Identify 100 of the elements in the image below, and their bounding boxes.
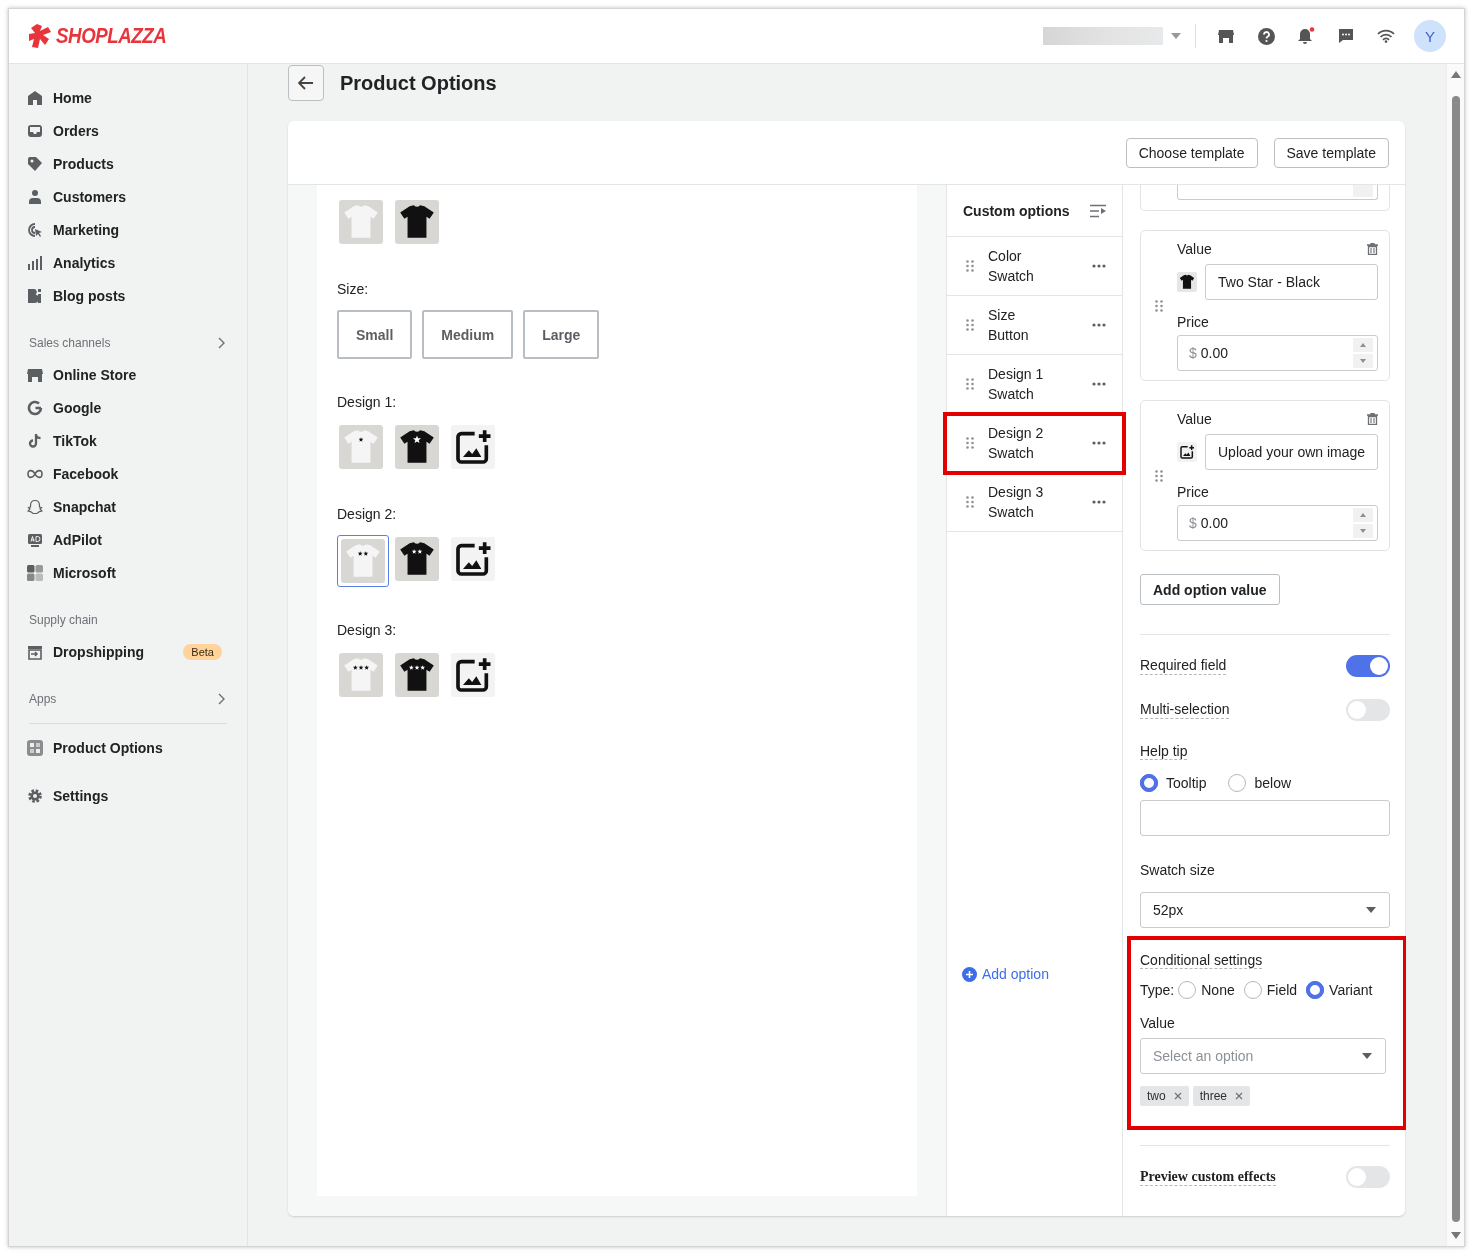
template-button[interactable]: Choose template bbox=[1125, 137, 1258, 168]
upload-image-swatch[interactable] bbox=[449, 423, 497, 471]
wifi-icon bbox=[1377, 29, 1395, 43]
setting-label: Multi-selection bbox=[1140, 701, 1230, 719]
caret-down-icon bbox=[1362, 1053, 1372, 1059]
radio-option[interactable]: below bbox=[1228, 774, 1292, 792]
field-label: Value bbox=[1177, 411, 1212, 427]
radio-option[interactable]: None bbox=[1178, 981, 1235, 999]
sidebar-item[interactable]: Snapchat bbox=[9, 498, 116, 515]
home-icon bbox=[27, 89, 43, 106]
size-option-button[interactable]: Medium bbox=[422, 310, 514, 359]
setting-label: Swatch size bbox=[1140, 861, 1216, 880]
tag-icon bbox=[27, 155, 43, 172]
tshirt-swatch[interactable] bbox=[337, 535, 389, 587]
sidebar-item[interactable]: Customers bbox=[9, 188, 127, 205]
setting-label: Conditional settings bbox=[1140, 952, 1263, 969]
tshirt-swatch[interactable] bbox=[337, 198, 385, 246]
trash-icon bbox=[1367, 243, 1378, 255]
help-icon bbox=[1257, 27, 1275, 45]
drag-handle-icon bbox=[966, 437, 974, 449]
upload-image-swatch[interactable] bbox=[449, 651, 497, 699]
option-label: Size: bbox=[337, 280, 370, 299]
google-icon bbox=[27, 399, 43, 416]
size-option-button[interactable]: Small bbox=[337, 310, 413, 359]
add-option-link[interactable]: Add option bbox=[962, 966, 1049, 982]
price-input[interactable] bbox=[1177, 185, 1378, 200]
size-option-button[interactable]: Large bbox=[523, 310, 600, 359]
tshirt-swatch[interactable] bbox=[337, 423, 385, 471]
bar-chart-icon bbox=[27, 254, 43, 271]
help-tip-input[interactable] bbox=[1140, 800, 1390, 836]
sidebar-item[interactable]: Marketing bbox=[9, 221, 120, 238]
option-list-item[interactable]: Design 2 Swatch bbox=[945, 414, 1124, 473]
inbox-icon bbox=[27, 122, 43, 139]
stepper-arrows-icon[interactable] bbox=[1353, 508, 1373, 538]
toggle-switch[interactable] bbox=[1346, 699, 1390, 721]
chat-icon bbox=[1338, 28, 1354, 44]
sidebar-item[interactable]: Online Store bbox=[9, 366, 137, 383]
ad-monitor-icon bbox=[27, 531, 43, 548]
section-title: Apps bbox=[29, 692, 57, 706]
upload-image-swatch[interactable] bbox=[449, 535, 497, 583]
ghost-icon bbox=[27, 498, 43, 515]
sidebar-item[interactable]: Facebook bbox=[9, 465, 119, 482]
section-title: Sales channels bbox=[29, 336, 111, 350]
scrollbar-thumb[interactable] bbox=[1451, 96, 1460, 1222]
scroll-up-arrow-icon bbox=[1450, 70, 1461, 78]
sidebar-item[interactable]: Home bbox=[9, 89, 92, 106]
app-grid-icon bbox=[27, 739, 43, 756]
sidebar-item[interactable]: Settings bbox=[9, 787, 109, 804]
sidebar-item[interactable]: Blog posts bbox=[9, 287, 126, 304]
drag-handle-icon bbox=[966, 378, 974, 390]
radio-option[interactable]: Variant bbox=[1306, 981, 1373, 999]
radio-option[interactable]: Field bbox=[1243, 981, 1298, 999]
storefront-icon bbox=[1218, 28, 1234, 44]
tshirt-swatch[interactable] bbox=[393, 423, 441, 471]
close-icon bbox=[1235, 1092, 1244, 1100]
storefront-icon bbox=[27, 366, 43, 383]
sidebar-item[interactable]: Orders bbox=[9, 122, 99, 139]
tshirt-swatch[interactable] bbox=[393, 651, 441, 699]
add-option-value-button[interactable]: Add option value bbox=[1140, 574, 1280, 605]
value-input[interactable]: Upload your own image bbox=[1205, 434, 1378, 470]
toggle-switch[interactable] bbox=[1346, 655, 1390, 677]
price-input[interactable]: $ 0.00 bbox=[1177, 505, 1378, 541]
sidebar-item[interactable]: TikTok bbox=[9, 432, 97, 449]
tag-chip[interactable]: two bbox=[1140, 1086, 1189, 1106]
trash-icon bbox=[1367, 413, 1378, 425]
price-input[interactable]: $ 0.00 bbox=[1177, 335, 1378, 371]
plus-circle-icon bbox=[962, 966, 977, 982]
sidebar-item[interactable]: Product Options bbox=[9, 739, 163, 756]
avatar[interactable]: Y bbox=[1414, 20, 1446, 52]
drag-handle-icon bbox=[1155, 469, 1163, 482]
tshirt-thumbnail[interactable] bbox=[1177, 272, 1197, 292]
sidebar-item[interactable]: Products bbox=[9, 155, 114, 172]
tshirt-swatch[interactable] bbox=[393, 535, 441, 583]
more-icon bbox=[1092, 441, 1106, 445]
sidebar-item[interactable]: Google bbox=[9, 399, 102, 416]
stepper-arrows-icon[interactable] bbox=[1353, 338, 1373, 368]
swatch-size-select[interactable]: 52px bbox=[1140, 892, 1390, 928]
radio-option[interactable]: Tooltip bbox=[1140, 774, 1207, 792]
drag-handle-icon bbox=[966, 319, 974, 331]
caret-down-icon bbox=[1171, 33, 1181, 39]
sidebar-item[interactable]: AdPilot bbox=[9, 531, 102, 548]
sidebar-item[interactable]: Analytics bbox=[9, 254, 116, 271]
tshirt-swatch[interactable] bbox=[337, 651, 385, 699]
person-icon bbox=[27, 188, 43, 205]
value-input[interactable]: Two Star - Black bbox=[1205, 264, 1378, 300]
drag-handle-icon bbox=[1155, 299, 1163, 312]
tag-chip[interactable]: three bbox=[1192, 1086, 1251, 1106]
field-label: Price bbox=[1177, 483, 1210, 502]
section-title: Supply chain bbox=[29, 613, 98, 627]
template-button[interactable]: Save template bbox=[1273, 137, 1389, 168]
drag-handle-icon bbox=[966, 496, 974, 508]
option-label: Design 1: bbox=[337, 393, 398, 412]
toggle-switch[interactable] bbox=[1346, 1166, 1390, 1188]
scroll-down-arrow-icon bbox=[1450, 1232, 1461, 1240]
tshirt-swatch[interactable] bbox=[393, 198, 441, 246]
back-button[interactable] bbox=[288, 65, 324, 101]
setting-label: Required field bbox=[1140, 657, 1227, 675]
sidebar-item[interactable]: Dropshipping bbox=[9, 643, 144, 660]
sidebar-item[interactable]: Microsoft bbox=[9, 564, 116, 581]
collapse-list-icon bbox=[1089, 203, 1107, 218]
